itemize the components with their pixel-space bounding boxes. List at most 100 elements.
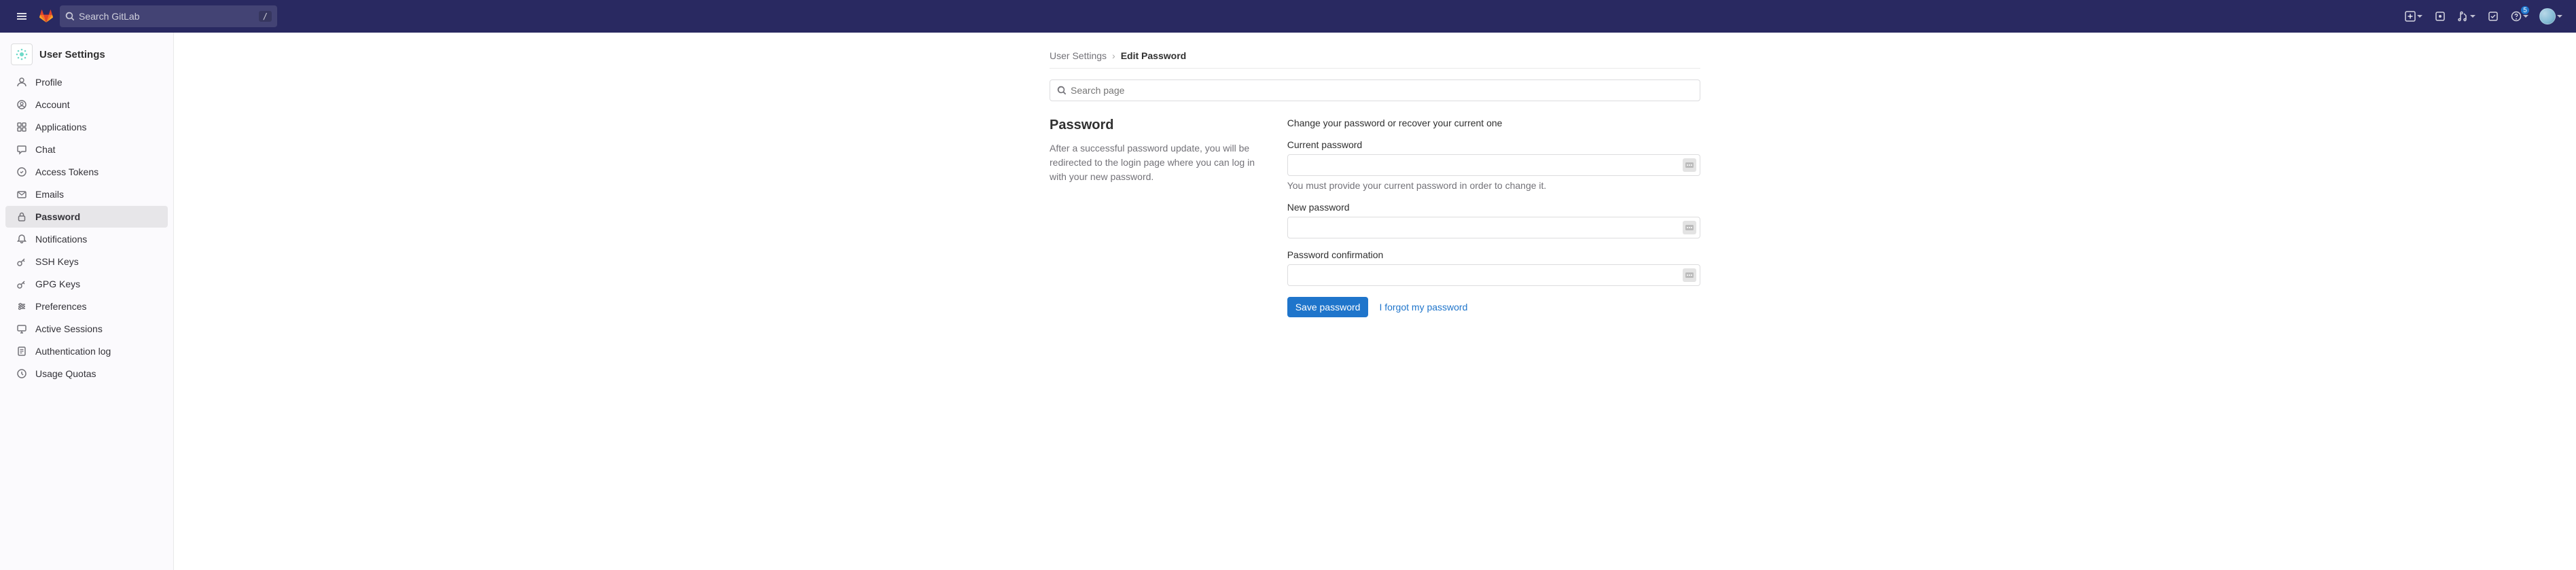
gitlab-logo[interactable]	[38, 8, 54, 24]
topbar-left: /	[11, 5, 2397, 27]
hamburger-button[interactable]	[11, 5, 33, 27]
user-menu-button[interactable]	[2537, 7, 2565, 26]
user-avatar	[2539, 8, 2556, 24]
topbar-right: 5	[2402, 7, 2565, 26]
confirm-password-label: Password confirmation	[1287, 249, 1700, 260]
sidebar-item-profile[interactable]: Profile	[5, 71, 168, 93]
sidebar-item-label: Account	[35, 99, 70, 110]
sidebar-item-label: Profile	[35, 77, 62, 88]
sidebar-header[interactable]: User Settings	[0, 38, 173, 71]
bell-icon	[16, 234, 27, 245]
sidebar-item-active-sessions[interactable]: Active Sessions	[5, 318, 168, 340]
breadcrumb: User Settings › Edit Password	[1050, 43, 1700, 69]
sidebar-item-label: Emails	[35, 189, 64, 200]
hamburger-icon	[16, 11, 27, 22]
sidebar-item-access-tokens[interactable]: Access Tokens	[5, 161, 168, 183]
password-form: Change your password or recover your cur…	[1287, 118, 1700, 317]
sidebar-item-chat[interactable]: Chat	[5, 139, 168, 160]
breadcrumb-root[interactable]: User Settings	[1050, 50, 1107, 61]
sidebar-item-label: Applications	[35, 122, 87, 132]
layout: User Settings Profile Account Applications…	[0, 33, 2576, 570]
page-search	[1050, 79, 1700, 101]
profile-icon	[16, 77, 27, 88]
save-password-button[interactable]: Save password	[1287, 297, 1369, 317]
email-icon	[16, 189, 27, 200]
merge-requests-button[interactable]	[2455, 7, 2478, 26]
page-search-box[interactable]	[1050, 79, 1700, 101]
issues-button[interactable]	[2431, 7, 2450, 26]
sidebar-item-notifications[interactable]: Notifications	[5, 228, 168, 250]
search-icon	[1057, 86, 1067, 95]
search-icon	[65, 12, 75, 21]
sidebar-title: User Settings	[39, 49, 105, 60]
help-icon	[2511, 11, 2522, 22]
sidebar-item-ssh-keys[interactable]: SSH Keys	[5, 251, 168, 272]
create-button[interactable]	[2402, 7, 2425, 26]
lock-icon	[16, 211, 27, 222]
chevron-down-icon	[2470, 14, 2475, 19]
main: User Settings › Edit Password Password A…	[174, 33, 2576, 570]
quota-icon	[16, 368, 27, 379]
sidebar-item-account[interactable]: Account	[5, 94, 168, 115]
breadcrumb-separator-icon: ›	[1112, 50, 1115, 61]
password-manager-icon[interactable]	[1683, 158, 1696, 172]
confirm-password-input[interactable]	[1287, 264, 1700, 286]
sidebar-item-label: Access Tokens	[35, 166, 99, 177]
sidebar-item-applications[interactable]: Applications	[5, 116, 168, 138]
section-description-text: After a successful password update, you …	[1050, 141, 1271, 184]
forgot-password-link[interactable]: I forgot my password	[1379, 302, 1467, 313]
breadcrumb-current: Edit Password	[1121, 50, 1186, 61]
gitlab-logo-icon	[38, 8, 54, 24]
key-icon	[16, 279, 27, 289]
password-manager-icon[interactable]	[1683, 221, 1696, 234]
global-search-input[interactable]	[75, 11, 259, 22]
global-search[interactable]: /	[60, 5, 277, 27]
sidebar: User Settings Profile Account Applications…	[0, 33, 174, 570]
account-icon	[16, 99, 27, 110]
password-manager-icon[interactable]	[1683, 268, 1696, 282]
todos-button[interactable]	[2484, 7, 2503, 26]
issues-icon	[2435, 11, 2446, 22]
applications-icon	[16, 122, 27, 132]
help-badge: 5	[2520, 5, 2530, 15]
new-password-label: New password	[1287, 202, 1700, 213]
new-password-input[interactable]	[1287, 217, 1700, 238]
sidebar-item-usage-quotas[interactable]: Usage Quotas	[5, 363, 168, 385]
sidebar-item-label: Chat	[35, 144, 56, 155]
current-password-input[interactable]	[1287, 154, 1700, 176]
merge-request-icon	[2458, 11, 2469, 22]
sidebar-item-gpg-keys[interactable]: GPG Keys	[5, 273, 168, 295]
log-icon	[16, 346, 27, 357]
section-intro: Change your password or recover your cur…	[1287, 118, 1700, 128]
preferences-icon	[16, 301, 27, 312]
sidebar-item-password[interactable]: Password	[5, 206, 168, 228]
sidebar-item-label: SSH Keys	[35, 256, 79, 267]
sidebar-item-label: Notifications	[35, 234, 87, 245]
todo-icon	[2488, 11, 2499, 22]
sidebar-item-label: GPG Keys	[35, 279, 80, 289]
token-icon	[16, 166, 27, 177]
page-title: Password	[1050, 118, 1271, 133]
sidebar-item-emails[interactable]: Emails	[5, 183, 168, 205]
section-description: Password After a successful password upd…	[1050, 118, 1271, 317]
search-shortcut-badge: /	[259, 11, 272, 22]
chevron-down-icon	[2417, 14, 2422, 19]
sidebar-item-label: Active Sessions	[35, 323, 103, 334]
sidebar-item-label: Preferences	[35, 301, 86, 312]
current-password-help: You must provide your current password i…	[1287, 180, 1700, 191]
current-password-label: Current password	[1287, 139, 1700, 150]
page-search-input[interactable]	[1071, 85, 1693, 96]
sidebar-item-label: Password	[35, 211, 80, 222]
plus-square-icon	[2405, 11, 2416, 22]
sidebar-item-label: Usage Quotas	[35, 368, 96, 379]
sidebar-avatar-icon	[11, 43, 33, 65]
key-icon	[16, 256, 27, 267]
chat-icon	[16, 144, 27, 155]
topbar: / 5	[0, 0, 2576, 33]
sidebar-item-authentication-log[interactable]: Authentication log	[5, 340, 168, 362]
chevron-down-icon	[2557, 14, 2562, 19]
sidebar-item-label: Authentication log	[35, 346, 111, 357]
sidebar-item-preferences[interactable]: Preferences	[5, 296, 168, 317]
sessions-icon	[16, 323, 27, 334]
help-button[interactable]: 5	[2508, 7, 2531, 26]
